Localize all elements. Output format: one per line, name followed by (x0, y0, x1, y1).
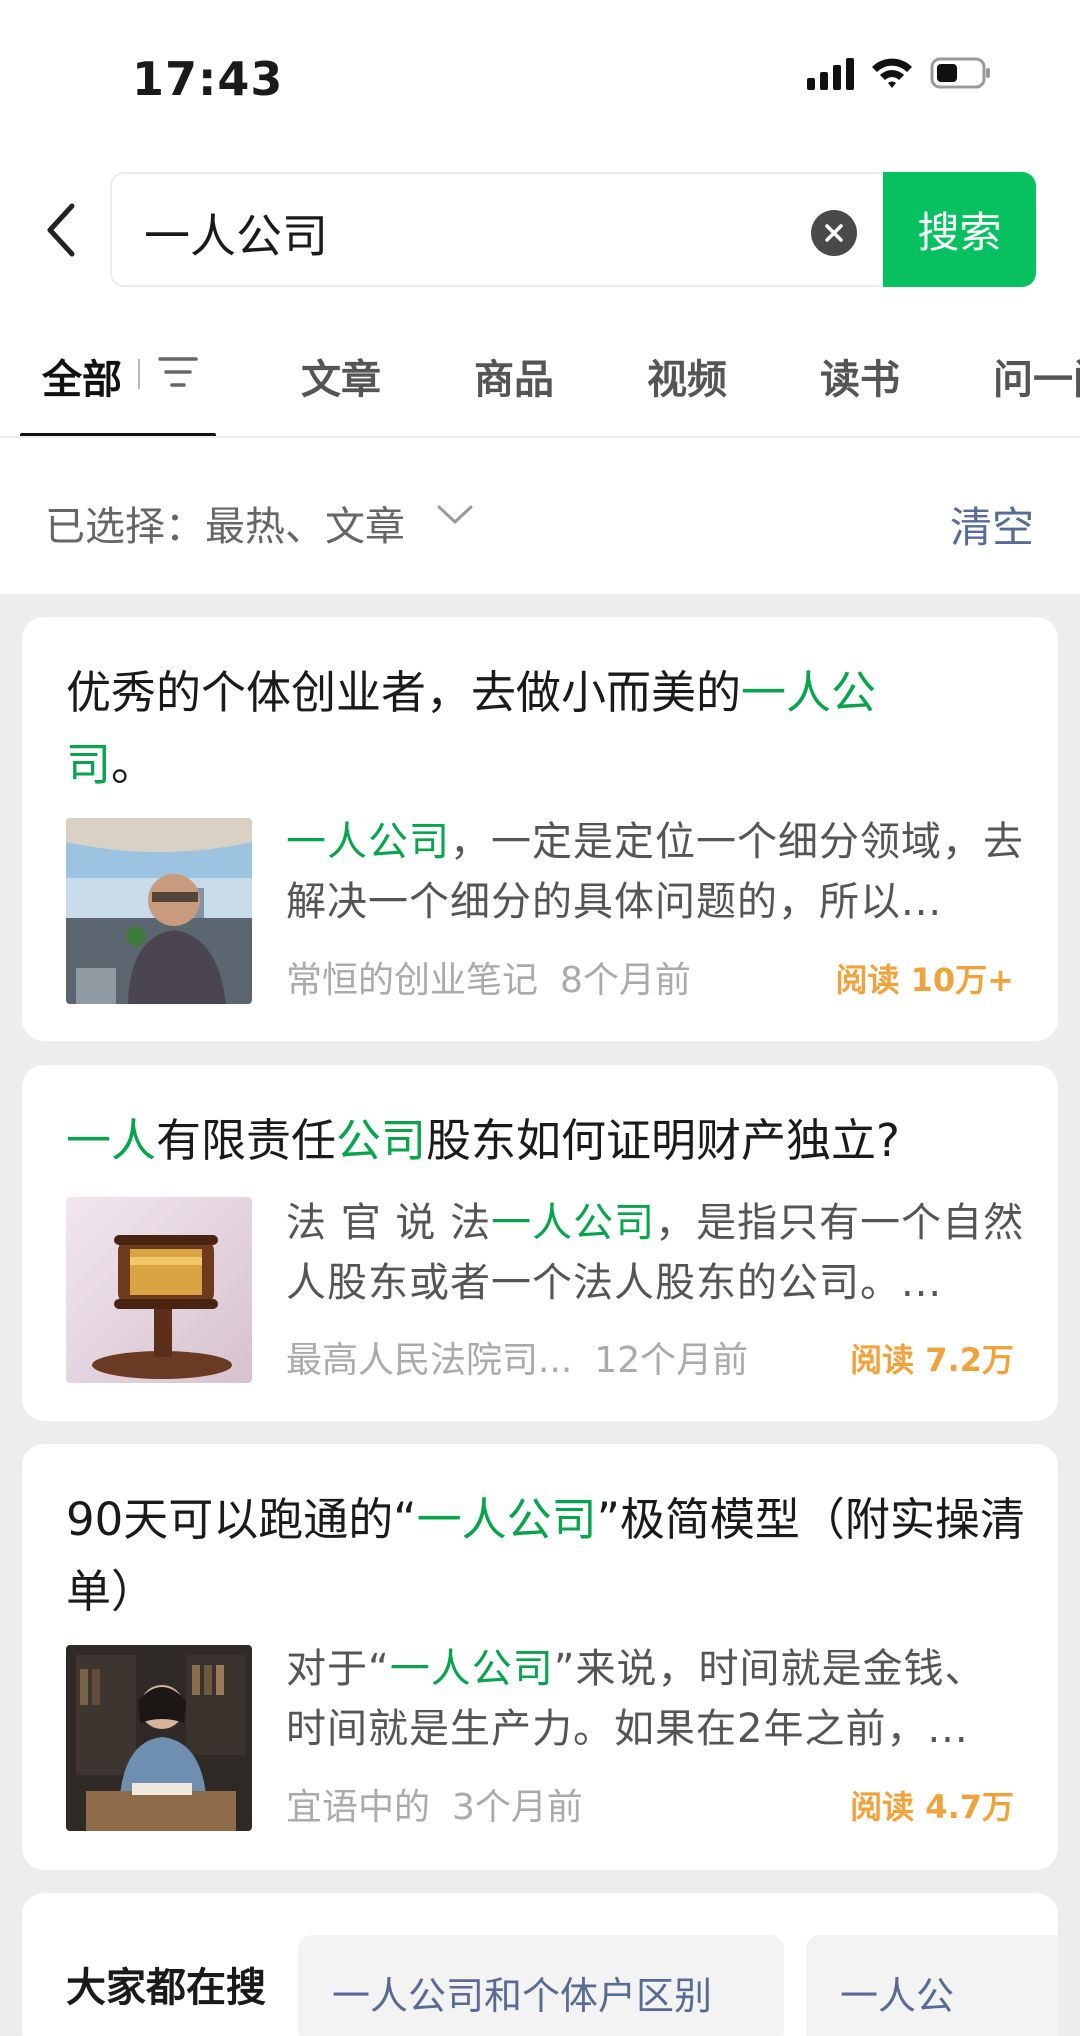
search-box[interactable]: 一人公司 (110, 172, 885, 287)
status-time: 17:43 (132, 52, 284, 106)
trending-chip[interactable]: 一人公 (806, 1935, 1058, 2036)
filter-icon[interactable] (158, 355, 198, 393)
battery-icon (930, 56, 992, 90)
search-button[interactable]: 搜索 (883, 172, 1036, 287)
article-reads: 阅读 10万+ (835, 961, 1015, 999)
clear-filters-button[interactable]: 清空 (950, 494, 1034, 555)
article-title[interactable]: 一人有限责任公司股东如何证明财产独立? (66, 1105, 966, 1177)
article-thumbnail[interactable] (66, 1197, 252, 1383)
tab-ask[interactable]: 问一问 (993, 347, 1080, 405)
status-icons (807, 56, 992, 90)
back-arrow-icon (47, 203, 75, 257)
tab-videos[interactable]: 视频 (647, 347, 727, 405)
tab-all[interactable]: 全部 (42, 347, 122, 405)
trending-chip[interactable]: 一人公司和个体户区别 (298, 1935, 784, 2036)
status-bar: 17:43 (0, 0, 1080, 160)
article-reads: 阅读 4.7万 (850, 1788, 1014, 1826)
article-card[interactable]: 90天可以跑通的“一人公司”极简模型（附实操清单） 对于“一人公司”来说，时间就… (22, 1444, 1058, 1870)
article-reads: 阅读 7.2万 (850, 1341, 1014, 1379)
article-source[interactable]: 宜语中的 (286, 1787, 430, 1828)
tab-products[interactable]: 商品 (474, 347, 554, 405)
search-input[interactable]: 一人公司 (144, 200, 328, 266)
clear-search-button[interactable] (811, 210, 857, 256)
tab-books[interactable]: 读书 (820, 347, 900, 405)
search-header: 一人公司 搜索 (0, 160, 1080, 305)
article-time: 8个月前 (560, 960, 691, 1001)
selected-filters[interactable]: 已选择：最热、文章 (45, 494, 405, 552)
category-tabs: 全部 文章 商品 视频 读书 问一问 (0, 305, 1080, 438)
tab-divider (138, 359, 140, 389)
tab-articles[interactable]: 文章 (301, 347, 381, 405)
article-summary: 法 官 说 法一人公司，是指只有一个自然人股东或者一个法人股东的公司。... (286, 1200, 1025, 1306)
article-meta: 宜语中的 3个月前 (286, 1778, 583, 1830)
article-card[interactable]: 优秀的个体创业者，去做小而美的一人公 司。 一人公司，一定是定位一个细分领域，去解… (22, 617, 1058, 1041)
article-time: 3个月前 (452, 1787, 583, 1828)
article-meta: 常恒的创业笔记 8个月前 (286, 951, 691, 1003)
article-meta: 最高人民法院司... 12个月前 (286, 1331, 748, 1383)
article-source[interactable]: 最高人民法院司... (286, 1340, 572, 1381)
article-thumbnail[interactable] (66, 818, 252, 1004)
article-source[interactable]: 常恒的创业笔记 (286, 960, 538, 1001)
article-summary: 一人公司，一定是定位一个细分领域，去解决一个细分的具体问题的，所以... (286, 819, 1024, 925)
article-summary: 对于“一人公司”来说，时间就是金钱、时间就是生产力。如果在2年之前，... (286, 1646, 986, 1752)
article-title[interactable]: 90天可以跑通的“一人公司”极简模型（附实操清单） (66, 1484, 1026, 1628)
trending-label: 大家都在搜 (66, 1965, 266, 2011)
article-time: 12个月前 (594, 1340, 749, 1381)
cellular-signal-icon (807, 56, 854, 90)
wifi-icon (870, 56, 914, 90)
back-button[interactable] (36, 200, 86, 260)
trending-searches: 大家都在搜 一人公司和个体户区别 一人公 (22, 1893, 1058, 2036)
article-title[interactable]: 优秀的个体创业者，去做小而美的一人公 司。 (66, 657, 966, 801)
article-card[interactable]: 一人有限责任公司股东如何证明财产独立? 法 官 说 法一人公司，是指只有一个自然… (22, 1065, 1058, 1421)
article-thumbnail[interactable] (66, 1645, 252, 1831)
selected-filter-bar: 已选择：最热、文章 清空 (0, 438, 1080, 594)
close-icon (825, 224, 843, 242)
chevron-down-icon[interactable] (436, 504, 474, 530)
